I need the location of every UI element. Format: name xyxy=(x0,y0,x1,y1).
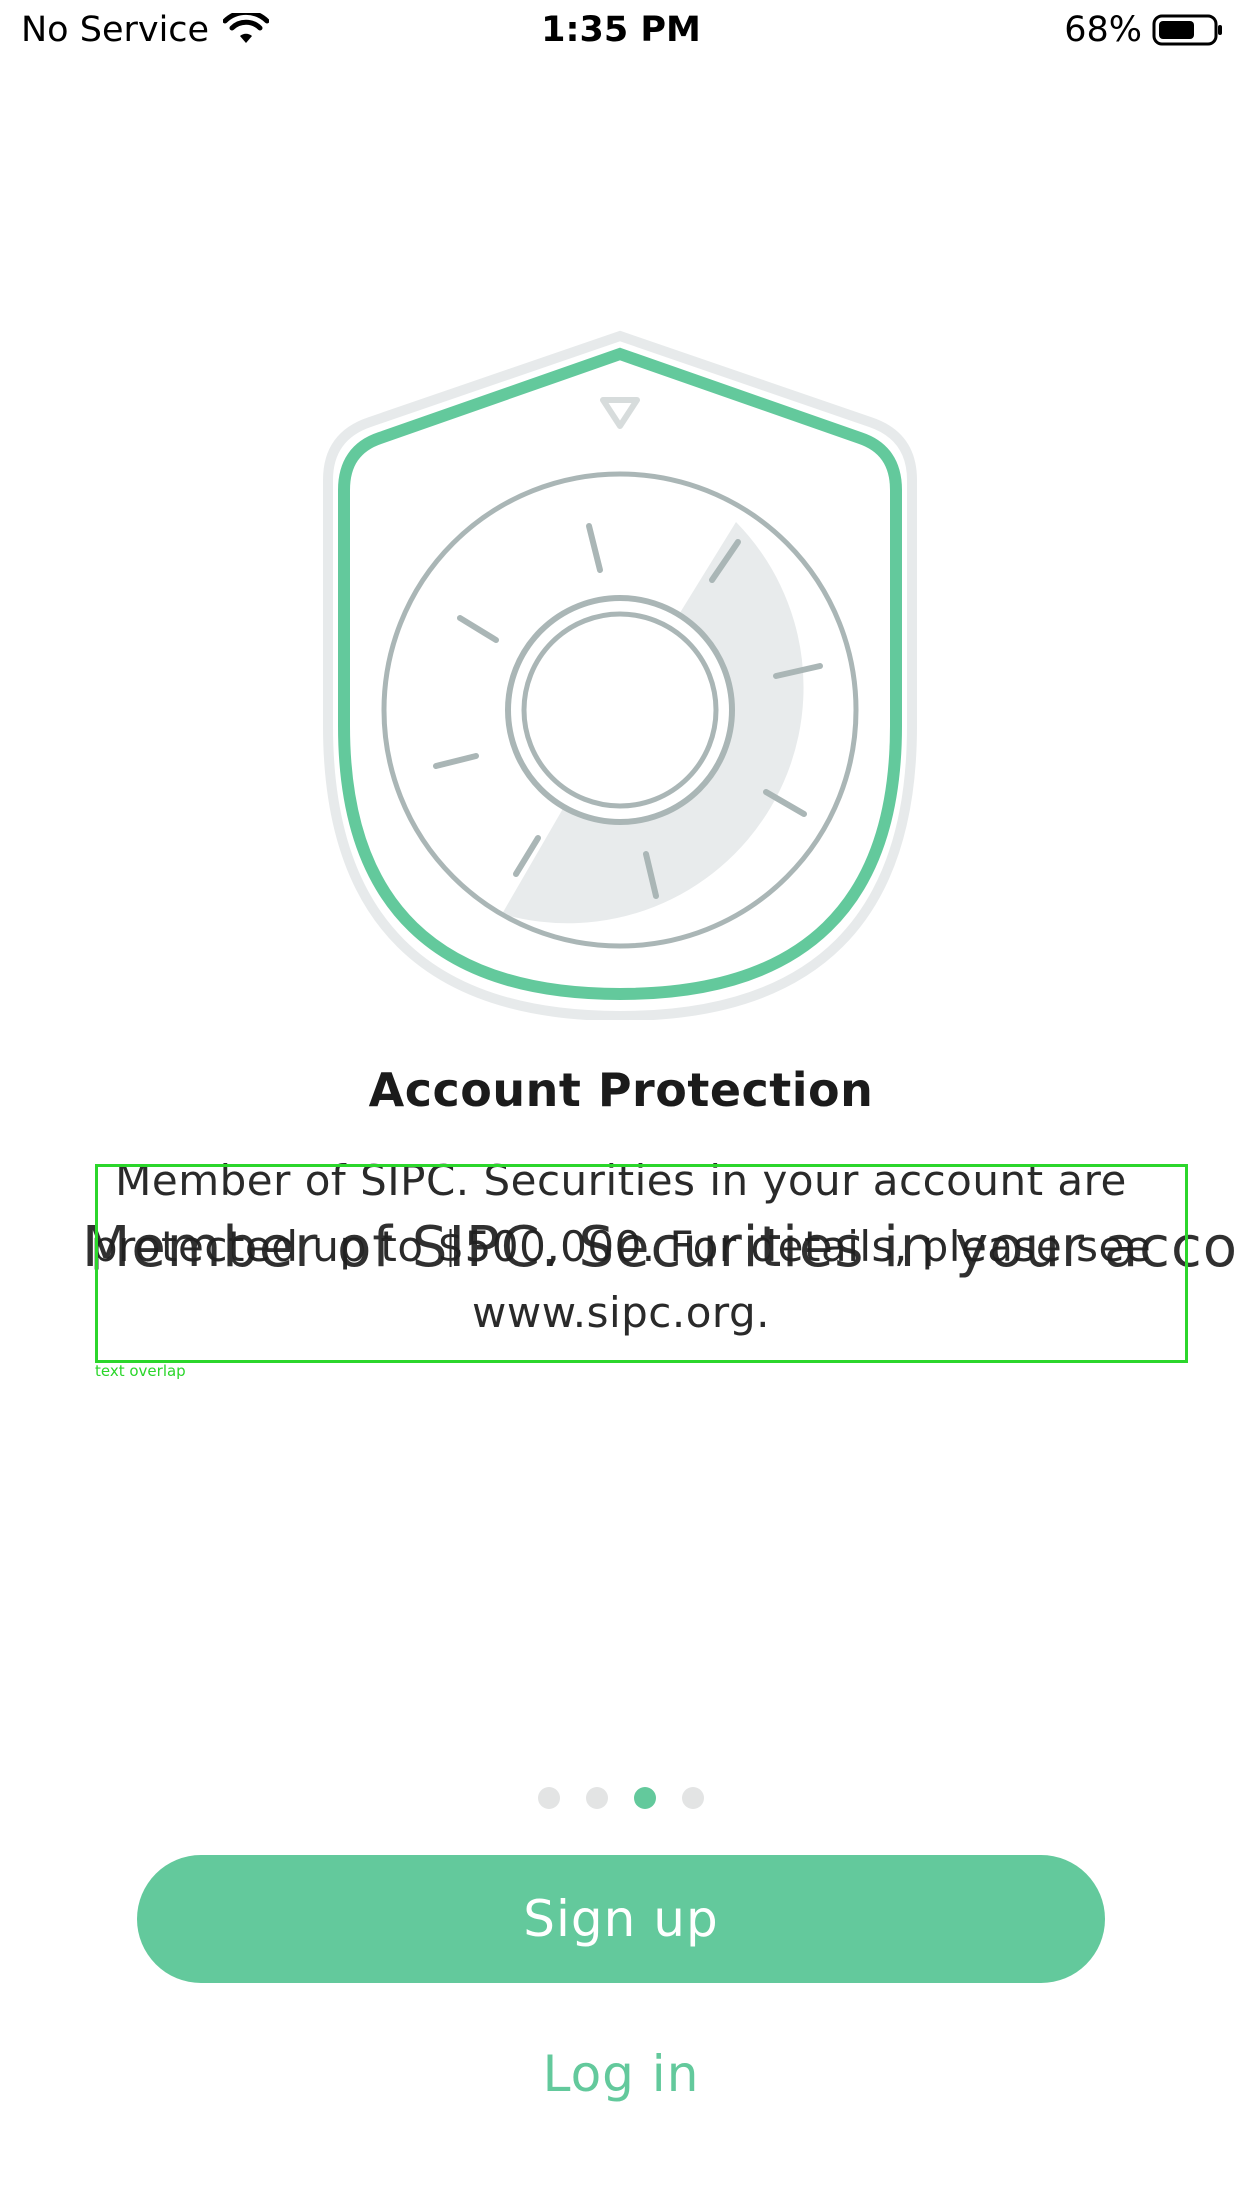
status-time: 1:35 PM xyxy=(541,10,701,50)
shield-safe-dial-icon xyxy=(300,330,940,1022)
battery-icon xyxy=(1152,14,1222,46)
log-in-link[interactable]: Log in xyxy=(0,2045,1242,2103)
page-dot-2[interactable] xyxy=(586,1787,608,1809)
page-dot-3[interactable] xyxy=(634,1787,656,1809)
status-right: 68% xyxy=(1064,10,1224,50)
text-overlap-label: text overlap xyxy=(95,1362,186,1380)
page-dot-4[interactable] xyxy=(682,1787,704,1809)
status-bar: No Service 1:35 PM 68% xyxy=(0,0,1242,64)
text-overlap-box xyxy=(95,1164,1188,1363)
page-title: Account Protection xyxy=(368,1063,874,1117)
battery-percent: 68% xyxy=(1064,10,1142,50)
sign-up-button[interactable]: Sign up xyxy=(137,1855,1105,1983)
page-indicator xyxy=(0,1787,1242,1809)
page-dot-1[interactable] xyxy=(538,1787,560,1809)
